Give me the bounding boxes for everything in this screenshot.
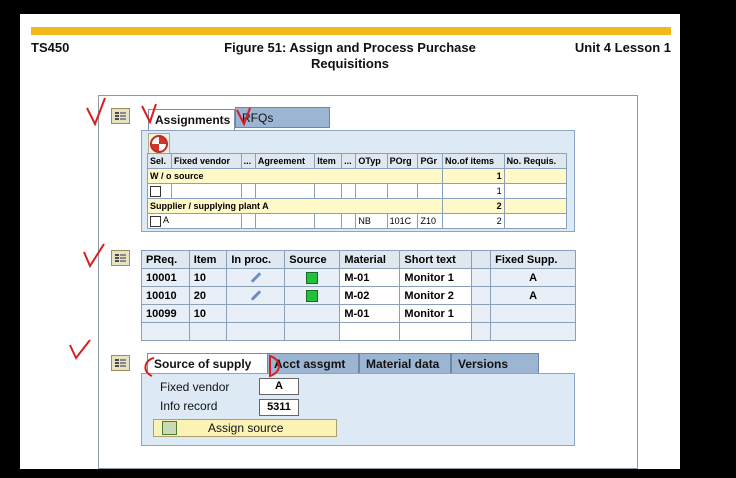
lifebuoy-icon xyxy=(150,135,168,153)
table-row[interactable]: 10099 10 M-01 Monitor 1 xyxy=(141,304,576,323)
col-item[interactable]: Item xyxy=(314,153,343,169)
figure-title-line1: Figure 51: Assign and Process Purchase xyxy=(224,40,476,55)
col-no-requis[interactable]: No. Requis. xyxy=(503,153,568,169)
status-green-icon xyxy=(306,289,319,302)
figure-title-line2: Requisitions xyxy=(310,56,389,71)
col-more-1[interactable]: ... xyxy=(240,153,256,169)
table-row[interactable]: 10001 10 M-01 Monitor 1 A xyxy=(141,268,576,287)
tab-source-of-supply[interactable]: Source of supply xyxy=(147,353,268,374)
table-row[interactable]: 10010 20 M-02 Monitor 2 A xyxy=(141,286,576,305)
col-porg[interactable]: POrg xyxy=(386,153,419,169)
vendor-value: A xyxy=(163,215,170,226)
select-layout-icon[interactable] xyxy=(111,355,130,371)
tab-acct-assgmt[interactable]: Acct assgmt xyxy=(267,353,359,374)
col-blank[interactable] xyxy=(471,250,492,269)
table-row[interactable] xyxy=(141,322,576,341)
col-fixed-vendor[interactable]: Fixed vendor xyxy=(170,153,242,169)
fixed-vendor-field[interactable]: A xyxy=(259,378,299,395)
table-row[interactable]: W / o source 1 xyxy=(146,168,568,184)
status-green-icon xyxy=(306,271,319,284)
unit-lesson: Unit 4 Lesson 1 xyxy=(574,40,671,55)
tab-material-data[interactable]: Material data xyxy=(359,353,451,374)
col-no-items[interactable]: No.of items xyxy=(442,153,505,169)
col-short-text[interactable]: Short text xyxy=(399,250,473,269)
pgr-value: Z10 xyxy=(417,213,444,229)
no-items-value: 2 xyxy=(442,213,505,229)
info-record-label: Info record xyxy=(160,399,218,413)
col-in-proc[interactable]: In proc. xyxy=(226,250,286,269)
tab-assignments[interactable]: Assignments xyxy=(148,109,235,130)
table-row[interactable]: Supplier / supplying plant A 2 xyxy=(146,198,568,214)
col-agreement[interactable]: Agreement xyxy=(254,153,316,169)
group-label: Supplier / supplying plant A xyxy=(146,198,444,214)
group-count: 1 xyxy=(442,168,505,184)
table-row[interactable]: 1 xyxy=(147,183,568,199)
pencil-icon[interactable] xyxy=(250,290,262,301)
col-preq[interactable]: PReq. xyxy=(141,250,190,269)
select-checkbox[interactable] xyxy=(150,185,161,197)
assign-source-button[interactable]: Assign source xyxy=(153,419,337,437)
fixed-vendor-label: Fixed vendor xyxy=(160,380,230,394)
otyp-value: NB xyxy=(355,213,388,229)
select-layout-icon[interactable] xyxy=(111,108,130,124)
col-item[interactable]: Item xyxy=(188,250,228,269)
porg-value: 101C xyxy=(386,213,419,229)
col-otyp[interactable]: OTyp xyxy=(355,153,388,169)
table-row[interactable]: A NB 101C Z10 2 xyxy=(147,213,568,229)
slide-page: TS450 Figure 51: Assign and Process Purc… xyxy=(20,14,680,469)
col-source[interactable]: Source xyxy=(284,250,341,269)
info-record-field[interactable]: 5311 xyxy=(259,399,299,416)
col-sel[interactable]: Sel. xyxy=(147,153,172,169)
tab-versions[interactable]: Versions xyxy=(451,353,539,374)
col-fixed-supp[interactable]: Fixed Supp. xyxy=(490,250,576,269)
group-count: 2 xyxy=(442,198,505,214)
assign-wheel-button[interactable] xyxy=(148,133,170,155)
select-layout-icon[interactable] xyxy=(111,250,130,266)
col-more-2[interactable]: ... xyxy=(341,153,357,169)
col-material[interactable]: Material xyxy=(339,250,401,269)
assign-source-label: Assign source xyxy=(208,421,284,435)
pencil-icon[interactable] xyxy=(250,272,262,283)
preq-table: PReq. Item In proc. Source Material Shor… xyxy=(141,250,576,341)
group-label: W / o source xyxy=(146,168,444,184)
figure-title: Figure 51: Assign and Process Purchase R… xyxy=(200,40,500,72)
select-checkbox[interactable] xyxy=(150,215,161,227)
col-pgr[interactable]: PGr xyxy=(417,153,444,169)
course-code: TS450 xyxy=(31,40,70,55)
assign-icon xyxy=(162,421,177,435)
tab-rfqs[interactable]: RFQs xyxy=(235,107,330,128)
assignments-table: Sel. Fixed vendor ... Agreement Item ...… xyxy=(146,153,568,229)
no-items-value: 1 xyxy=(442,183,505,199)
accent-bar xyxy=(31,27,671,35)
